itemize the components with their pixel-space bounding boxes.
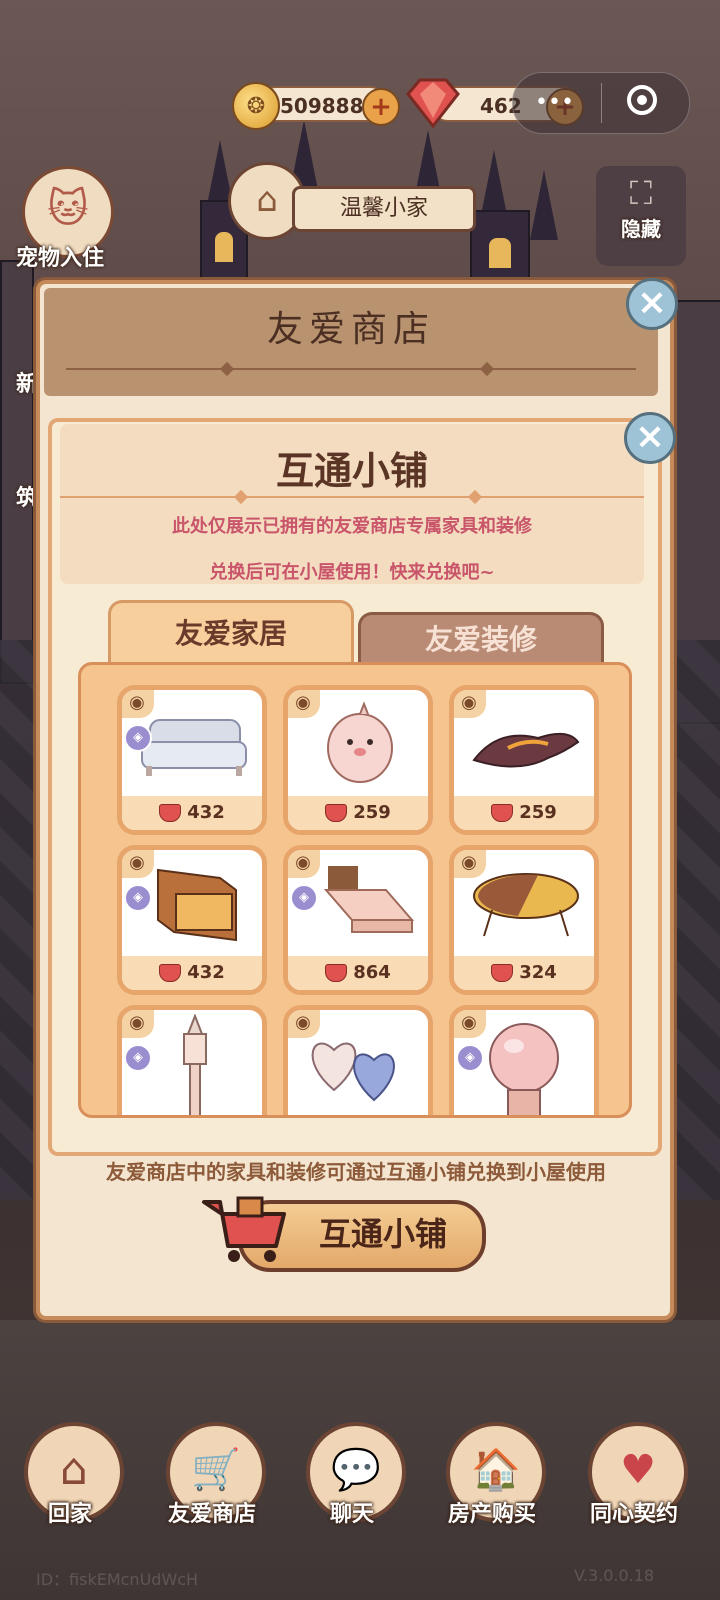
hide-label: 隐藏 [621, 217, 661, 241]
lava-dragon-image [472, 732, 580, 768]
exclusive-badge-icon: ◈ [124, 1044, 152, 1072]
nav-chat-label: 聊天 [329, 1502, 374, 1527]
nav-home-label: 回家 [47, 1502, 92, 1527]
tab-friendship-furniture[interactable]: 友爱家居 [108, 600, 354, 665]
close-shop-button[interactable]: × [626, 278, 678, 330]
item-price: 259 [288, 796, 428, 830]
crystal-ball-image [489, 1023, 559, 1115]
exclusive-badge-icon: ◈ [290, 884, 318, 912]
item-card-bed[interactable]: ◉ ◈ 864 [283, 845, 433, 995]
gem-price-icon [491, 804, 514, 822]
pet-checkin-label: 宠物入住 [16, 246, 105, 271]
footer-hint: 友爱商店中的家具和装修可通过互通小铺兑换到小屋使用 [106, 1160, 606, 1184]
notice-line-2: 兑换后可在小屋使用！快来兑换吧~ [209, 562, 495, 583]
hide-button[interactable]: ⛶ 隐藏 [596, 166, 686, 266]
exclusive-badge-icon: ◈ [124, 724, 152, 752]
bed-image [323, 866, 415, 933]
preview-eye-icon[interactable]: ◉ [288, 850, 320, 878]
item-card-plush[interactable]: ◉ 259 [283, 685, 433, 835]
cat-icon: 🐱 [47, 186, 89, 232]
item-card-heart-pillows[interactable]: ◉ [283, 1005, 433, 1115]
frame-icon: ⛶ [629, 174, 653, 212]
item-price: 324 [454, 956, 594, 990]
coin-amount: 509888 [280, 94, 364, 118]
item-card-lava-dragon[interactable]: ◉ 259 [449, 685, 599, 835]
item-price: 864 [288, 956, 428, 990]
nav-contract-label: 同心契约 [589, 1502, 678, 1527]
gem-price-icon [491, 964, 514, 982]
gem-price-icon [159, 804, 182, 822]
lamp-post-image [183, 1014, 207, 1115]
tab-friendship-decor[interactable]: 友爱装修 [358, 612, 604, 665]
heart-pillows-image [311, 1042, 395, 1102]
item-card-sofa[interactable]: ◉ ◈ 432 [117, 685, 267, 835]
exclusive-badge-icon: ◈ [456, 1044, 484, 1072]
exchange-panel-title: 互通小铺 [275, 449, 428, 493]
plush-creature-image [327, 701, 393, 783]
preview-eye-icon[interactable]: ◉ [454, 1010, 486, 1038]
user-id: ID：fiskEMcnUdWcH [36, 1570, 199, 1589]
close-circle-icon[interactable] [627, 85, 657, 115]
preview-eye-icon[interactable]: ◉ [454, 690, 486, 718]
nav-property-label: 房产购买 [447, 1502, 536, 1527]
shop-panel-title: 友爱商店 [266, 309, 435, 350]
item-card-crystal-ball[interactable]: ◉ ◈ [449, 1005, 599, 1115]
cabinet-image [157, 868, 237, 942]
close-exchange-button[interactable]: × [624, 412, 676, 464]
exchange-divider [60, 496, 644, 498]
preview-eye-icon[interactable]: ◉ [122, 690, 154, 718]
item-price: 259 [454, 796, 594, 830]
shopping-cart-icon [202, 1196, 286, 1262]
mini-program-capsule: ••• [512, 72, 690, 134]
gem-price-icon [325, 804, 348, 822]
item-card-cabinet[interactable]: ◉ ◈ 432 [117, 845, 267, 995]
item-price: 432 [122, 956, 262, 990]
item-card-oval-table[interactable]: ◉ 324 [449, 845, 599, 995]
gem-price-icon [159, 964, 182, 982]
preview-eye-icon[interactable]: ◉ [454, 850, 486, 878]
item-grid: ◉ ◈ 432 ◉ 259 ◉ 259 ◉ ◈ 432 ◉ ◈ 864 ◉ 32… [78, 662, 632, 1118]
preview-eye-icon[interactable]: ◉ [122, 850, 154, 878]
exclusive-badge-icon: ◈ [124, 884, 152, 912]
exchange-shop-button-label: 互通小铺 [318, 1215, 447, 1253]
add-coins-button[interactable]: + [362, 88, 400, 126]
house-name-sign: 温馨小家 [292, 186, 476, 232]
item-price: 432 [122, 796, 262, 830]
gem-price-icon [325, 964, 348, 982]
gem-icon [406, 78, 460, 129]
oval-table-image [473, 873, 579, 937]
coin-icon: ❂ [232, 82, 280, 130]
preview-eye-icon[interactable]: ◉ [122, 1010, 154, 1038]
preview-eye-icon[interactable]: ◉ [288, 1010, 320, 1038]
side-label-new: 新 [16, 372, 39, 397]
header-divider [66, 368, 636, 370]
side-label-build: 筑 [16, 486, 39, 511]
notice-line-1: 此处仅展示已拥有的友爱商店专属家具和装修 [172, 516, 532, 537]
capsule-divider [601, 83, 602, 123]
item-card-lamp-post[interactable]: ◉ ◈ [117, 1005, 267, 1115]
nav-shop-label: 友爱商店 [167, 1502, 256, 1527]
version-label: V.3.0.0.18 [574, 1566, 655, 1585]
more-icon[interactable]: ••• [535, 92, 574, 114]
preview-eye-icon[interactable]: ◉ [288, 690, 320, 718]
